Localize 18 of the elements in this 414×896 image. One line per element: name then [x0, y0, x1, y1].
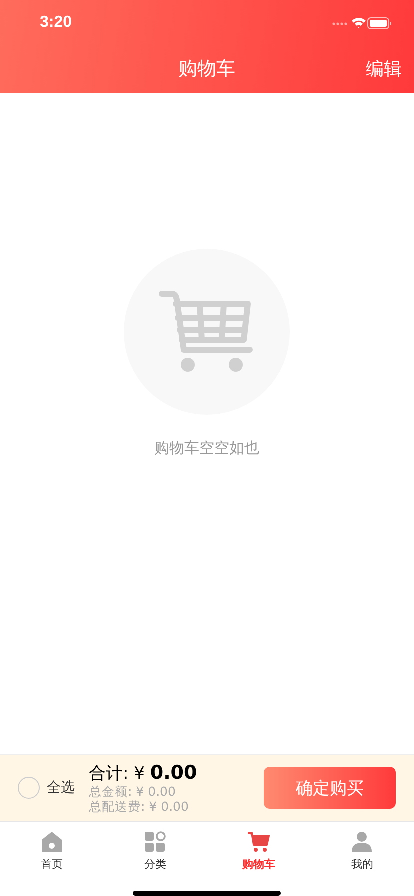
- tab-item[interactable]: 我的: [310, 822, 414, 880]
- cart-icon: [246, 830, 271, 852]
- status-icons: [332, 16, 392, 30]
- select-all-label: 全选: [47, 779, 75, 797]
- edit-button[interactable]: 编辑: [366, 57, 402, 81]
- tab-item[interactable]: 分类: [104, 822, 207, 880]
- grid-icon: [144, 830, 166, 852]
- tab-item[interactable]: 购物车: [207, 822, 310, 880]
- empty-message: 购物车空空如也: [154, 439, 260, 458]
- home-icon: [40, 830, 63, 852]
- page-title: 购物车: [178, 57, 236, 82]
- select-all-checkbox[interactable]: [18, 777, 40, 799]
- delivery-fee-text: 总配送费: ¥ 0.00: [89, 798, 190, 814]
- person-icon: [351, 830, 374, 852]
- tab-item[interactable]: 首页: [0, 822, 104, 880]
- total-price: 合计: ¥ 0.00: [89, 762, 198, 784]
- amount-text: 总金额: ¥ 0.00: [89, 784, 177, 798]
- status-time: 3:20: [40, 14, 72, 32]
